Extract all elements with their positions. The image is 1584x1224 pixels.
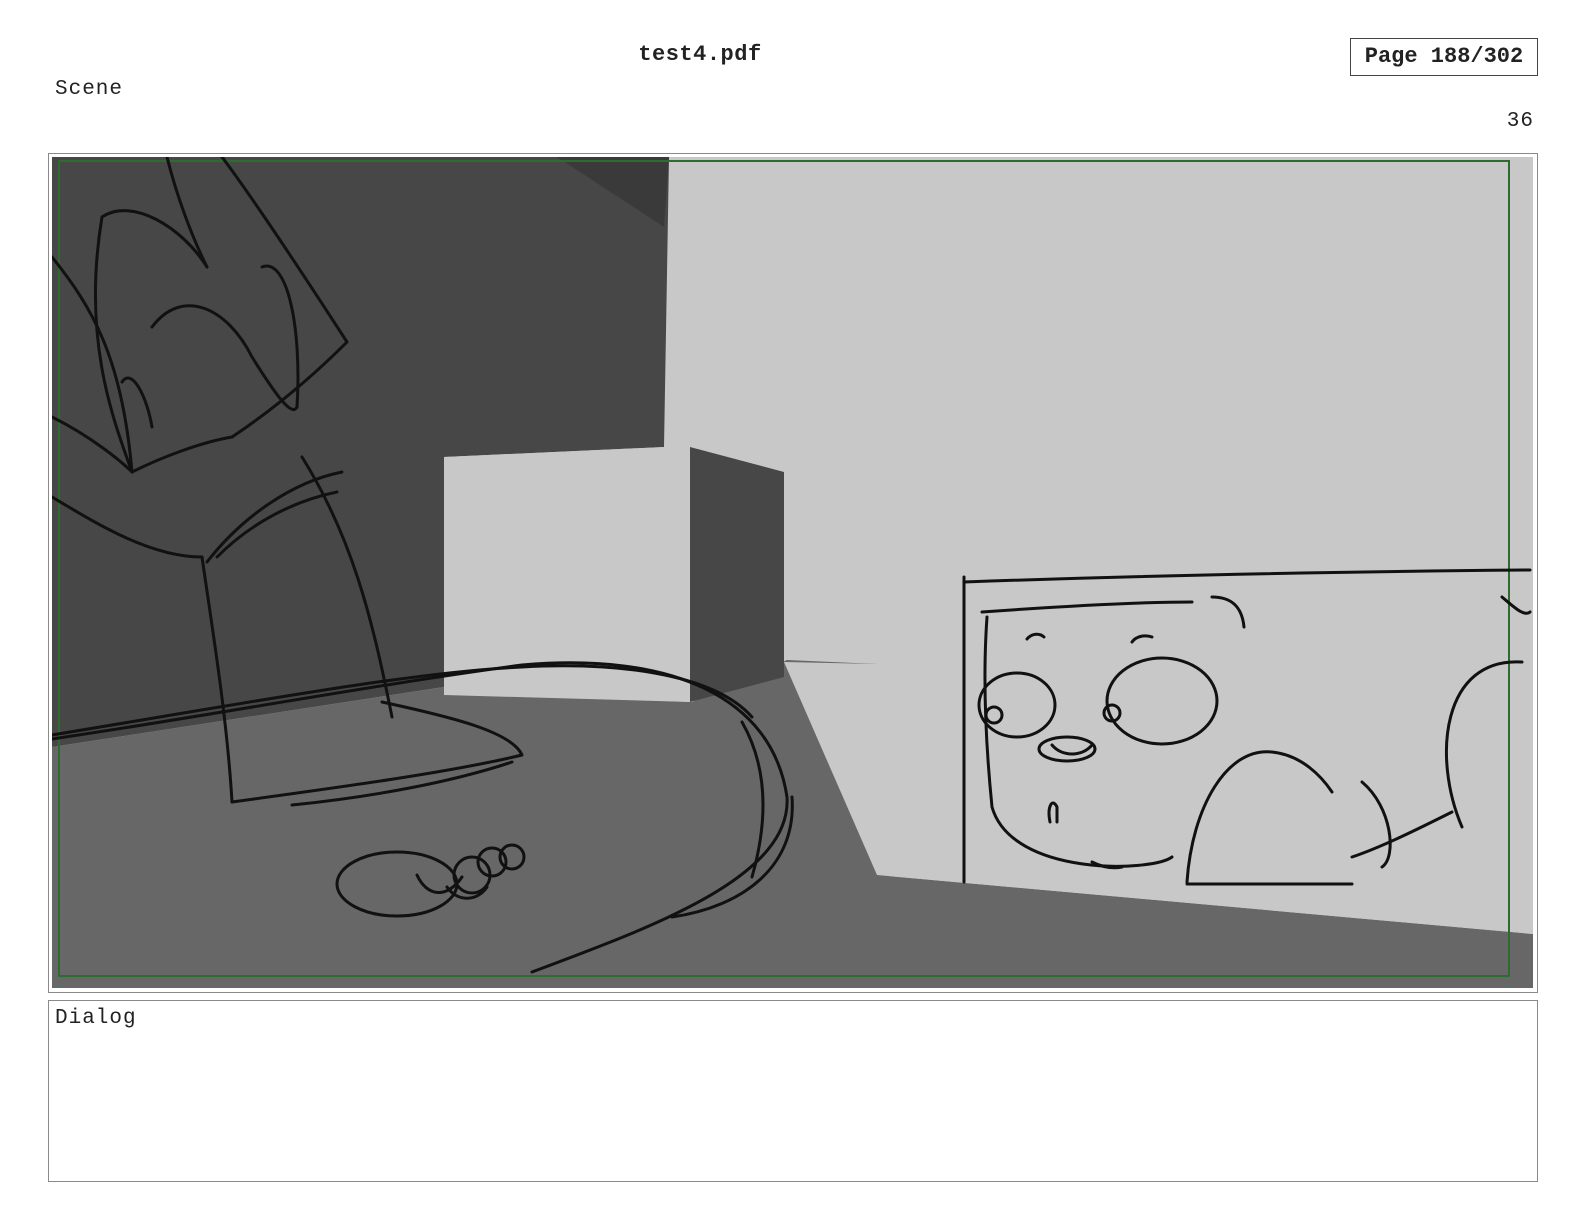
document-title: test4.pdf	[638, 42, 762, 67]
storyboard-sketch	[52, 157, 1533, 988]
scene-number: 36	[1506, 110, 1534, 133]
page-indicator: Page 188/302	[1350, 38, 1538, 76]
dialog-label: Dialog	[55, 1007, 137, 1030]
dialog-box: Dialog	[48, 1000, 1538, 1182]
storyboard-panel	[48, 153, 1538, 993]
dark-cube-face	[690, 447, 784, 702]
scene-label: Scene	[55, 78, 124, 101]
